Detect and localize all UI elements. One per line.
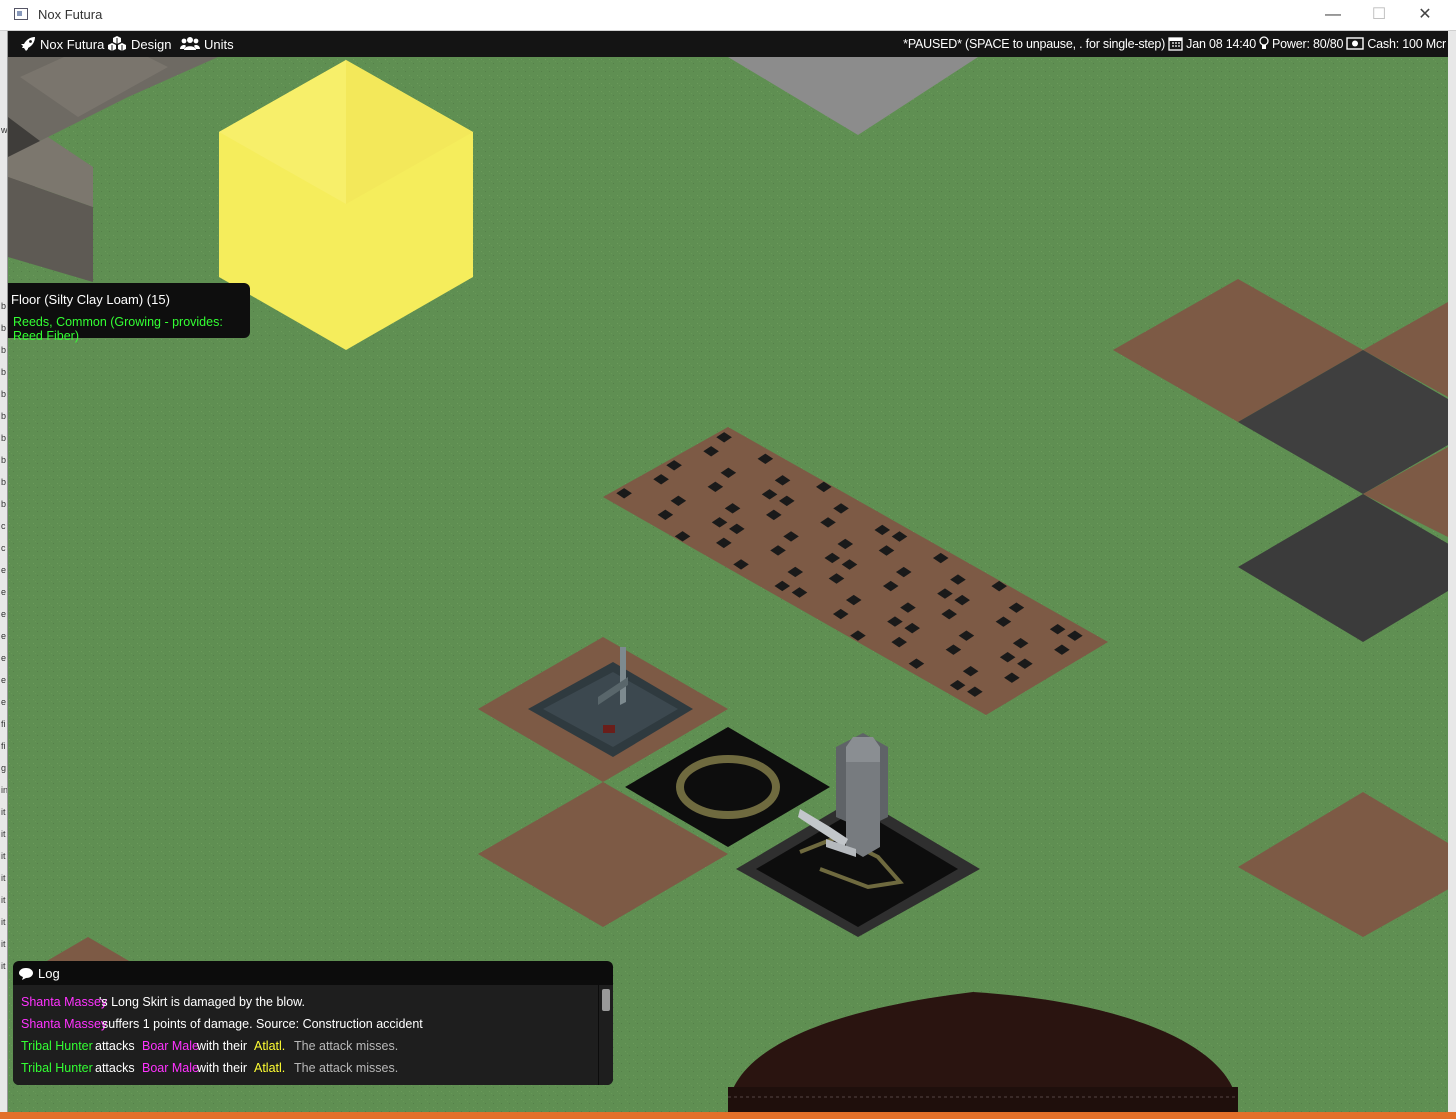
cash-readout: Cash: 100 Mcr <box>1367 36 1446 51</box>
menu-nox-futura-label: Nox Futura <box>40 36 105 52</box>
log-item: Atlatl. <box>254 1039 286 1053</box>
log-title: Log <box>38 966 60 981</box>
log-name: Shanta Massey <box>21 1017 108 1031</box>
status-bar: *PAUSED* (SPACE to unpause, . for single… <box>903 36 1446 51</box>
log-text: suffers 1 points of damage. Source: Cons… <box>102 1017 423 1031</box>
log-result: The attack misses. <box>294 1061 399 1075</box>
log-target: Boar Male <box>142 1061 199 1075</box>
log-header: Log <box>18 966 60 981</box>
log-verb: attacks <box>95 1039 135 1053</box>
log-text: with their <box>197 1039 248 1053</box>
power-readout: Power: 80/80 <box>1272 36 1344 51</box>
users-icon <box>180 37 200 50</box>
log-actor: Tribal Hunter <box>21 1039 93 1053</box>
log-panel[interactable]: Log Shanta Massey 's Long Skirt is damag… <box>13 961 613 1085</box>
tile-tooltip: Floor (Silty Clay Loam) (15) Reeds, Comm… <box>8 283 250 343</box>
isometric-map[interactable] <box>8 57 1448 1112</box>
calendar-icon <box>1168 37 1183 51</box>
pause-status: *PAUSED* (SPACE to unpause, . for single… <box>903 36 1166 51</box>
game-date: Jan 08 14:40 <box>1186 36 1257 51</box>
tooltip-plant-info: Reeds, Common (Growing - provides: Reed … <box>13 315 223 343</box>
menu-bar: Nox Futura Design Units *PAUSED* (SPACE … <box>8 31 1448 57</box>
app-icon <box>14 8 28 20</box>
log-result: The attack misses. <box>294 1039 399 1053</box>
menu-units-label: Units <box>204 36 234 52</box>
log-text: with their <box>197 1061 248 1075</box>
lightbulb-icon <box>1259 36 1269 49</box>
comment-icon <box>19 967 33 980</box>
menu-nox-futura[interactable]: Nox Futura <box>20 36 104 52</box>
maximize-button[interactable]: ☐ <box>1356 0 1402 31</box>
rocket-icon <box>21 37 35 51</box>
log-verb: attacks <box>95 1061 135 1075</box>
menu-design-label: Design <box>131 36 172 52</box>
log-name: Shanta Massey <box>21 995 108 1009</box>
tooltip-tile-name: Floor (Silty Clay Loam) (15) <box>11 292 170 307</box>
cubes-icon <box>108 36 126 51</box>
close-button[interactable]: ✕ <box>1402 0 1448 31</box>
log-scroll-thumb[interactable] <box>602 989 610 1011</box>
window-titlebar: Nox Futura — ☐ ✕ <box>0 0 1456 31</box>
log-item: Atlatl. <box>254 1061 286 1075</box>
log-text: 's Long Skirt is damaged by the blow. <box>99 995 305 1009</box>
log-scrollbar[interactable] <box>599 985 613 1085</box>
money-icon <box>1346 37 1365 50</box>
log-actor: Tribal Hunter <box>21 1061 93 1075</box>
menu-units[interactable]: Units <box>180 36 234 52</box>
game-viewport[interactable] <box>8 57 1448 1112</box>
menu-design[interactable]: Design <box>107 36 171 52</box>
background-window-edge: w b b b b b b b b b b c c e e e e e e e fi fi g in it it it it it it i… <box>0 31 8 1119</box>
minimize-button[interactable]: — <box>1310 0 1356 31</box>
log-target: Boar Male <box>142 1039 199 1053</box>
log-body: Shanta Massey 's Long Skirt is damaged b… <box>13 985 598 1085</box>
window-title: Nox Futura <box>38 7 103 22</box>
background-window-edge-right <box>1448 31 1456 1119</box>
taskbar-edge <box>0 1112 1456 1119</box>
